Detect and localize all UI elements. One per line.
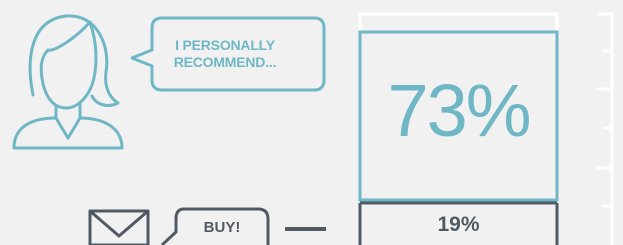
woman-avatar-icon <box>12 14 124 150</box>
buy-label: BUY! <box>203 219 241 236</box>
secondary-stat-value: 19% <box>437 213 480 236</box>
recommend-text: I PERSONALLY RECOMMEND... <box>150 37 300 71</box>
recommend-line-1: I PERSONALLY <box>175 37 275 53</box>
envelope-icon <box>88 209 150 245</box>
scale-ruler <box>596 12 614 245</box>
top-bracket <box>358 12 559 32</box>
recommend-line-2: RECOMMEND... <box>173 54 277 70</box>
primary-stat-value: 73% <box>387 69 531 152</box>
